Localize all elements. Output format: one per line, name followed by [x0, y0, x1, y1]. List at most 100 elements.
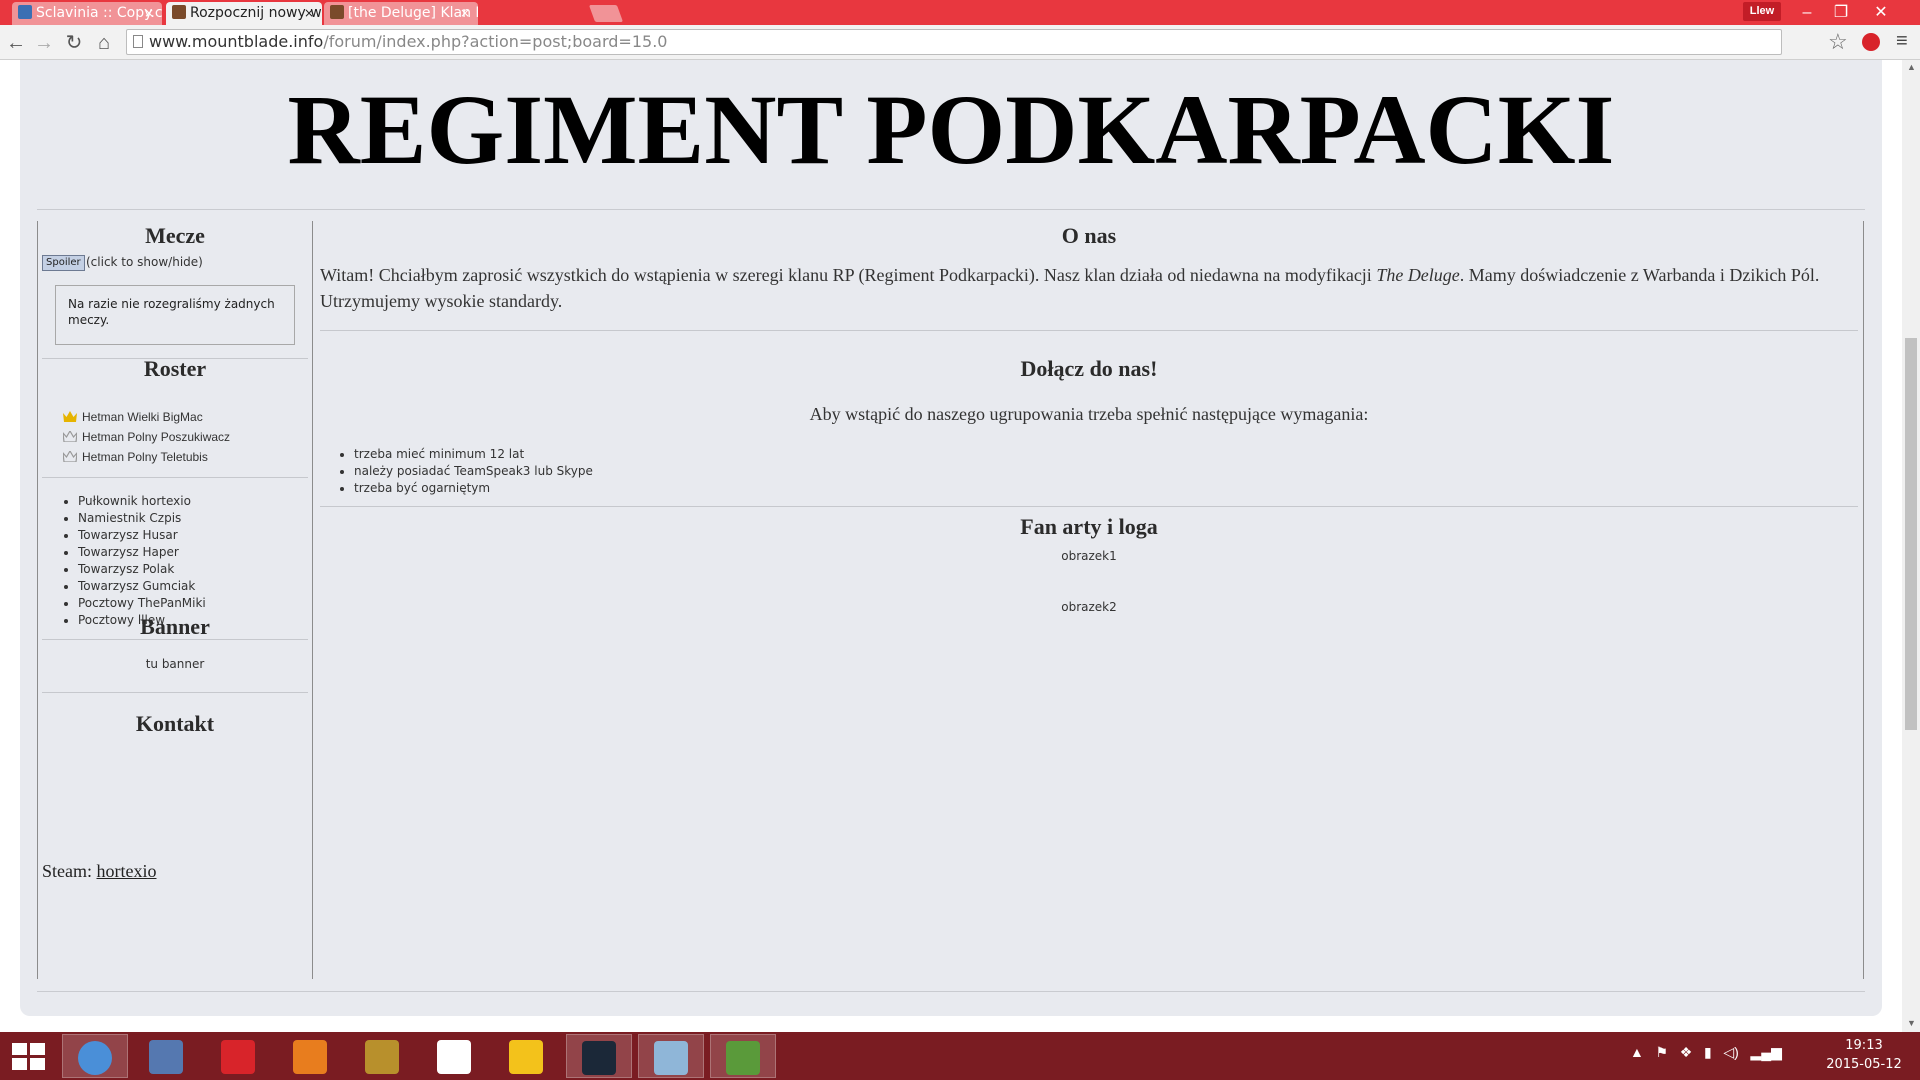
- reload-icon[interactable]: ↻: [62, 31, 86, 55]
- back-arrow-icon[interactable]: ←: [4, 31, 28, 55]
- fanart-image-2: obrazek2: [1061, 600, 1117, 614]
- clock-date: 2015-05-12: [1826, 1057, 1902, 1072]
- header-divider: [37, 209, 1865, 210]
- banner-placeholder: tu banner: [145, 657, 205, 671]
- taskbar-clock[interactable]: 19:13 2015-05-12: [1812, 1036, 1916, 1074]
- steam-contact: Steam: hortexio: [42, 861, 157, 881]
- banner-heading: Banner: [140, 614, 210, 639]
- sidebar-divider: [42, 477, 308, 478]
- site-favicon-icon: [330, 5, 344, 19]
- page-container: REGIMENT PODKARPACKI Mecze Spoiler (clic…: [20, 60, 1882, 1016]
- battery-icon[interactable]: ▮: [1704, 1044, 1712, 1060]
- taskbar-sketchup-button[interactable]: [206, 1034, 272, 1078]
- web-viewport: REGIMENT PODKARPACKI Mecze Spoiler (clic…: [0, 60, 1902, 1032]
- fanart-image-1: obrazek1: [1061, 549, 1117, 563]
- taskbar-steam-button[interactable]: [566, 1034, 632, 1078]
- list-item: trzeba być ogarniętym: [354, 480, 593, 497]
- scroll-thumb[interactable]: [1905, 338, 1917, 730]
- dosbox-icon: [365, 1040, 399, 1074]
- spoiler-button[interactable]: Spoiler: [42, 255, 85, 271]
- image-editor-icon: [726, 1041, 760, 1075]
- taskbar-blender-button[interactable]: [278, 1034, 344, 1078]
- taskbar-dropbox-button[interactable]: [422, 1034, 488, 1078]
- home-icon[interactable]: ⌂: [92, 31, 116, 55]
- content-divider: [320, 330, 1858, 331]
- about-heading: O nas: [1061, 223, 1117, 248]
- menu-icon[interactable]: ≡: [1896, 30, 1908, 53]
- roster-heading: Roster: [143, 356, 207, 381]
- show-hidden-icons-icon[interactable]: ▲: [1630, 1044, 1644, 1060]
- address-bar[interactable]: www.mountblade.info/forum/index.php?acti…: [126, 29, 1782, 55]
- notepad-icon: [654, 1041, 688, 1075]
- flag-icon[interactable]: ⚑: [1656, 1044, 1669, 1060]
- taskbar-sun-app-button[interactable]: [494, 1034, 560, 1078]
- taskbar-dosbox-button[interactable]: [350, 1034, 416, 1078]
- requirements-list: trzeba mieć minimum 12 lat należy posiad…: [314, 446, 593, 497]
- extension-icon[interactable]: [1862, 33, 1880, 51]
- scroll-up-icon[interactable]: ▲: [1907, 62, 1916, 72]
- list-item: Pocztowy ThePanMiki: [78, 595, 206, 612]
- network-icon[interactable]: ▂▄▆: [1751, 1044, 1782, 1060]
- about-text: Witam! Chciałbym zaprosić wszystkich do …: [320, 265, 1820, 311]
- footer-divider: [37, 991, 1865, 992]
- taskbar-file-manager-button[interactable]: [134, 1034, 200, 1078]
- taskbar-notepad-button[interactable]: [638, 1034, 704, 1078]
- list-item: należy posiadać TeamSpeak3 lub Skype: [354, 463, 593, 480]
- list-item: Towarzysz Gumciak: [78, 578, 206, 595]
- clock-time: 19:13: [1845, 1038, 1883, 1053]
- roster-hetman: Hetman Polny Teletubis: [63, 450, 208, 464]
- list-item: Namiestnik Czpis: [78, 510, 206, 527]
- star-icon[interactable]: ☆: [1828, 29, 1848, 55]
- spoiler-hint: (click to show/hide): [86, 255, 203, 269]
- chrome-icon: [78, 1041, 112, 1075]
- page-icon: [133, 35, 143, 48]
- tab-sclavinia[interactable]: Sclavinia :: Copy.com ×: [12, 2, 162, 25]
- close-tab-icon[interactable]: ×: [460, 2, 470, 25]
- steam-icon: [582, 1041, 616, 1075]
- sketchup-icon: [221, 1040, 255, 1074]
- gray-crown-icon: [63, 431, 77, 442]
- site-title: REGIMENT PODKARPACKI: [287, 74, 1615, 185]
- tab-new-topic[interactable]: Rozpocznij nowy wą ×: [166, 2, 322, 25]
- system-tray: ▲ ⚑ ❖ ▮ ◁) ▂▄▆: [1630, 1044, 1782, 1061]
- url-host: www.mountblade.info: [149, 32, 324, 51]
- steam-link[interactable]: hortexio: [97, 861, 157, 881]
- close-tab-icon[interactable]: ×: [144, 2, 154, 25]
- dropbox-tray-icon[interactable]: ❖: [1680, 1044, 1693, 1060]
- volume-icon[interactable]: ◁): [1723, 1044, 1738, 1060]
- matches-heading: Mecze: [145, 223, 205, 248]
- list-item: Towarzysz Husar: [78, 527, 206, 544]
- new-tab-button[interactable]: [588, 5, 624, 22]
- taskbar-image-editor-button[interactable]: [710, 1034, 776, 1078]
- profile-button[interactable]: Llew: [1743, 2, 1781, 21]
- close-window-icon[interactable]: ✕: [1858, 0, 1904, 25]
- forward-arrow-icon[interactable]: →: [32, 31, 56, 55]
- content-divider: [320, 506, 1858, 507]
- windows-start-icon[interactable]: [12, 1043, 46, 1071]
- join-intro: Aby wstąpić do naszego ugrupowania trzeb…: [809, 404, 1369, 424]
- site-favicon-icon: [18, 5, 32, 19]
- url-path: /forum/index.php?action=post;board=15.0: [323, 32, 668, 51]
- list-item: Pułkownik hortexio: [78, 493, 206, 510]
- roster-hetman: Hetman Wielki BigMac: [63, 410, 203, 424]
- scroll-down-icon[interactable]: ▼: [1907, 1018, 1916, 1028]
- tab-deluge-klan[interactable]: [the Deluge] Klan RP ×: [324, 2, 478, 25]
- site-favicon-icon: [172, 5, 186, 19]
- join-heading: Dołącz do nas!: [1020, 356, 1158, 381]
- blender-icon: [293, 1040, 327, 1074]
- dropbox-icon: [437, 1040, 471, 1074]
- roster-members-list: Pułkownik hortexio Namiestnik Czpis Towa…: [38, 493, 206, 629]
- list-item: Towarzysz Haper: [78, 544, 206, 561]
- close-tab-icon[interactable]: ×: [304, 2, 314, 25]
- matches-box: Na razie nie rozegraliśmy żadnych meczy.: [55, 285, 295, 345]
- sidebar-divider: [42, 692, 308, 693]
- contact-heading: Kontakt: [135, 711, 215, 736]
- page-scrollbar[interactable]: ▲ ▼: [1902, 60, 1920, 1032]
- browser-titlebar: Sclavinia :: Copy.com × Rozpocznij nowy …: [0, 0, 1920, 25]
- sun-app-icon: [509, 1040, 543, 1074]
- list-item: Towarzysz Polak: [78, 561, 206, 578]
- browser-toolbar: ← → ↻ ⌂ www.mountblade.info/forum/index.…: [0, 25, 1920, 60]
- roster-hetman: Hetman Polny Poszukiwacz: [63, 430, 230, 444]
- gray-crown-icon: [63, 451, 77, 462]
- taskbar-chrome-button[interactable]: [62, 1034, 128, 1078]
